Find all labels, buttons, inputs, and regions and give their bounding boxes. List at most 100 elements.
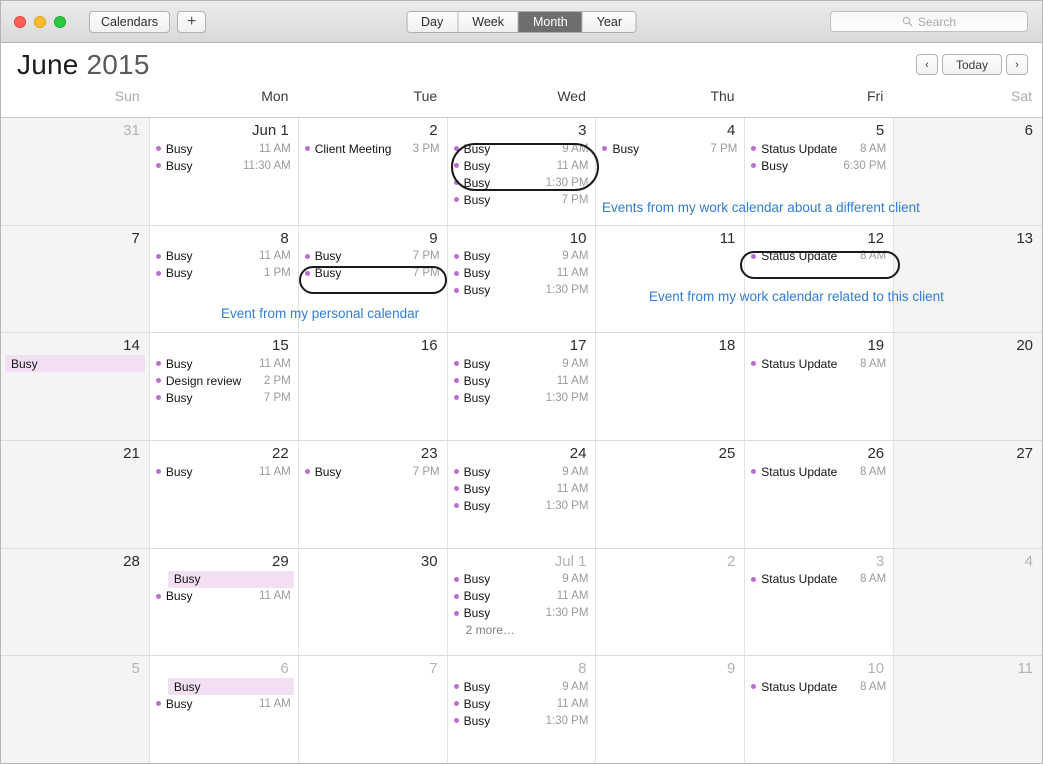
day-cell[interactable]: 3 Status Update 8 AM (745, 548, 895, 656)
day-cell[interactable]: 5 (1, 656, 150, 764)
calendar-event[interactable]: Busy 11 AM (150, 463, 298, 480)
day-cell[interactable]: 9 (596, 656, 746, 764)
day-cell[interactable]: Jun 1 Busy 11 AM Busy 11:30 AM (149, 118, 299, 225)
day-cell[interactable]: 13 (894, 225, 1043, 333)
day-cell[interactable]: 31 (1, 118, 150, 225)
tab-year[interactable]: Year (582, 11, 636, 32)
day-cell[interactable]: 28 (1, 548, 150, 656)
today-button[interactable]: Today (941, 54, 1002, 75)
calendar-event[interactable]: Busy 9 AM (448, 355, 596, 372)
day-cell[interactable]: 9 Busy 7 PM Busy 7 PM (298, 225, 448, 333)
calendar-event[interactable]: Busy 7 PM (448, 191, 596, 208)
tab-day[interactable]: Day (407, 11, 459, 32)
previous-month-button[interactable]: ‹ (915, 54, 938, 75)
search-field[interactable]: Search (830, 11, 1028, 32)
calendar-event[interactable]: Busy 11:30 AM (150, 157, 298, 174)
calendar-event[interactable]: Busy 9 AM (448, 678, 596, 695)
day-cell[interactable]: 26 Status Update 8 AM (745, 441, 895, 548)
day-cell[interactable]: 30 (298, 548, 448, 656)
day-cell[interactable]: 6 (894, 118, 1043, 225)
tab-week[interactable]: Week (458, 11, 519, 32)
calendar-event[interactable]: Busy 9 AM (448, 140, 596, 157)
calendar-event[interactable]: Busy 11 AM (150, 695, 298, 712)
calendar-event[interactable]: Busy 9 AM (448, 248, 596, 265)
calendar-event[interactable]: Design review 2 PM (150, 372, 298, 389)
day-cell[interactable]: 8 Busy 9 AM Busy 11 AM Busy 1:30 PM (447, 656, 597, 764)
calendar-event[interactable]: Busy 11 AM (448, 695, 596, 712)
all-day-event[interactable]: Busy (167, 570, 294, 588)
view-segmented-control[interactable]: Day Week Month Year (406, 10, 637, 33)
day-cell[interactable]: 7 (298, 656, 448, 764)
day-cell[interactable]: 8 Busy 11 AM Busy 1 PM (149, 225, 299, 333)
calendar-event[interactable]: Status Update 8 AM (745, 355, 893, 372)
calendar-event[interactable]: Busy 11 AM (448, 372, 596, 389)
day-cell[interactable]: 23 Busy 7 PM (298, 441, 448, 548)
calendar-event[interactable]: Status Update 8 AM (745, 248, 893, 265)
calendars-button[interactable]: Calendars (89, 10, 170, 33)
tab-month[interactable]: Month (518, 11, 583, 32)
calendar-event[interactable]: Client Meeting 3 PM (299, 140, 447, 157)
day-cell[interactable]: 11 (894, 656, 1043, 764)
day-cell[interactable]: 2 Client Meeting 3 PM (298, 118, 448, 225)
day-cell[interactable]: 18 (596, 333, 746, 441)
day-cell[interactable]: 19 Status Update 8 AM (745, 333, 895, 441)
next-month-button[interactable]: › (1006, 54, 1028, 75)
day-cell[interactable]: 7 (1, 225, 150, 333)
calendar-event[interactable]: Busy 1 PM (150, 265, 298, 282)
day-cell[interactable]: 20 (894, 333, 1043, 441)
calendar-event[interactable]: Busy 11 AM (150, 355, 298, 372)
calendar-event[interactable]: Busy 7 PM (150, 389, 298, 406)
calendar-event[interactable]: Status Update 8 AM (745, 571, 893, 588)
day-cell[interactable]: 15 Busy 11 AM Design review 2 PM Busy 7 PM (149, 333, 299, 441)
day-cell[interactable]: 10 Busy 9 AM Busy 11 AM Busy 1:30 PM (447, 225, 597, 333)
day-cell[interactable]: 3 Busy 9 AM Busy 11 AM Busy 1:30 PM Busy 7 PM (447, 118, 597, 225)
day-cell[interactable]: 29 Busy Busy 11 AM (149, 548, 299, 656)
calendar-event[interactable]: Busy 1:30 PM (448, 605, 596, 622)
calendar-event[interactable]: Status Update 8 AM (745, 140, 893, 157)
day-cell[interactable]: 16 (298, 333, 448, 441)
calendar-event[interactable]: Busy 11 AM (448, 157, 596, 174)
zoom-button-icon[interactable] (54, 15, 66, 28)
day-cell[interactable]: 2 (596, 548, 746, 656)
day-cell[interactable]: 4 (894, 548, 1043, 656)
calendar-event[interactable]: Busy 11 AM (448, 265, 596, 282)
calendar-event[interactable]: Busy 1:30 PM (448, 389, 596, 406)
calendar-event[interactable]: Busy 11 AM (150, 248, 298, 265)
calendar-event[interactable]: Busy 6:30 PM (745, 157, 893, 174)
calendar-event[interactable]: Busy 1:30 PM (448, 282, 596, 299)
day-cell[interactable]: 11 (596, 225, 746, 333)
calendar-event[interactable]: Busy 11 AM (150, 588, 298, 605)
calendar-event[interactable]: Busy 7 PM (299, 265, 447, 282)
calendar-event[interactable]: Busy 9 AM (448, 463, 596, 480)
calendar-event[interactable]: Busy 1:30 PM (448, 712, 596, 729)
calendar-event[interactable]: Busy 7 PM (596, 140, 744, 157)
day-cell[interactable]: 12 Status Update 8 AM (745, 225, 895, 333)
day-cell[interactable]: 4 Busy 7 PM (596, 118, 746, 225)
calendar-event[interactable]: Busy 9 AM (448, 571, 596, 588)
calendar-event[interactable]: Busy 11 AM (448, 480, 596, 497)
day-cell[interactable]: 21 (1, 441, 150, 548)
calendar-event[interactable]: Busy 11 AM (150, 140, 298, 157)
calendar-event[interactable]: Busy 1:30 PM (448, 497, 596, 514)
all-day-event[interactable]: Busy (167, 678, 294, 696)
more-events-link[interactable]: 2 more… (448, 622, 596, 639)
day-cell[interactable]: 14 Busy (1, 333, 150, 441)
close-button-icon[interactable] (14, 15, 26, 28)
all-day-event[interactable]: Busy (5, 355, 145, 373)
calendar-event[interactable]: Status Update 8 AM (745, 463, 893, 480)
calendar-event[interactable]: Status Update 8 AM (745, 678, 893, 695)
calendar-event[interactable]: Busy 1:30 PM (448, 174, 596, 191)
minimize-button-icon[interactable] (34, 15, 46, 28)
day-cell[interactable]: Jul 1 Busy 9 AM Busy 11 AM Busy 1:30 PM 2 more… (447, 548, 597, 656)
day-cell[interactable]: 24 Busy 9 AM Busy 11 AM Busy 1:30 PM (447, 441, 597, 548)
day-cell[interactable]: 10 Status Update 8 AM (745, 656, 895, 764)
add-event-button[interactable]: + (176, 10, 207, 33)
calendar-event[interactable]: Busy 7 PM (299, 248, 447, 265)
day-cell[interactable]: 17 Busy 9 AM Busy 11 AM Busy 1:30 PM (447, 333, 597, 441)
day-cell[interactable]: 25 (596, 441, 746, 548)
day-cell[interactable]: 27 (894, 441, 1043, 548)
day-cell[interactable]: 6 Busy Busy 11 AM (149, 656, 299, 764)
day-cell[interactable]: 5 Status Update 8 AM Busy 6:30 PM (745, 118, 895, 225)
calendar-event[interactable]: Busy 11 AM (448, 588, 596, 605)
calendar-event[interactable]: Busy 7 PM (299, 463, 447, 480)
